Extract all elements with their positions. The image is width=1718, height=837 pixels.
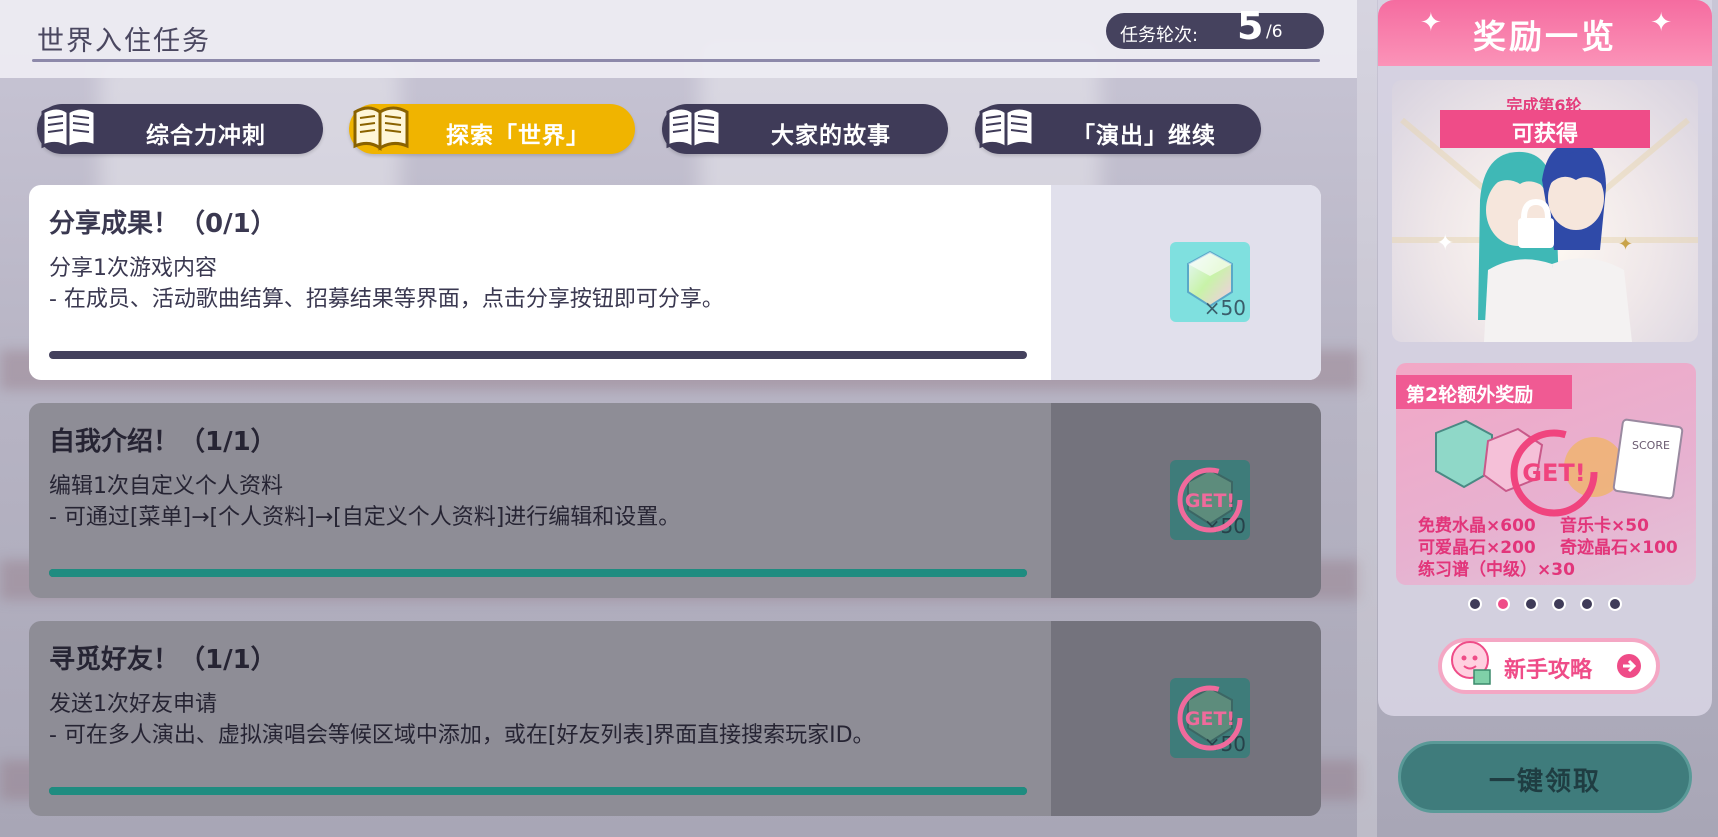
page-title: 世界入住任务 xyxy=(37,26,211,57)
obtainable-text: 可获得 xyxy=(1511,122,1578,147)
book-icon xyxy=(41,106,97,151)
reward-overview-panel: ✦ 奖励一览 ✦ ✦ ✦ 完成第6轮 可获得 SCORE GET! 第2轮额外奖… xyxy=(1378,0,1712,716)
bonus-reward-card[interactable]: SCORE GET! 第2轮额外奖励 免费水晶×600 音乐卡×50 可爱晶石×2… xyxy=(1396,363,1696,585)
mission-detail: - 在成员、活动歌曲结算、招募结果等界面，点击分享按钮即可分享。 xyxy=(49,287,724,312)
tab-everyones-story[interactable]: 大家的故事 xyxy=(662,104,948,154)
mission-reward[interactable]: ×50 GET! xyxy=(1051,403,1321,598)
tab-label: 探索「世界」 xyxy=(446,123,590,149)
tab-explore-world[interactable]: 探索「世界」 xyxy=(349,104,635,154)
mission-title: 分享成果！（0/1） xyxy=(49,209,277,239)
crystal-reward: ×50 GET! xyxy=(1170,460,1250,540)
mission-detail: - 可在多人演出、虚拟演唱会等候区域中添加，或在[好友列表]界面直接搜索玩家ID… xyxy=(49,723,875,748)
claim-all-button[interactable]: 一键领取 xyxy=(1398,741,1692,813)
bonus-tag-text: 第2轮额外奖励 xyxy=(1406,384,1534,406)
stamp-text: GET! xyxy=(1185,490,1235,512)
mission-progress-bar xyxy=(49,351,1027,359)
crystal-reward: ×50 GET! xyxy=(1170,678,1250,758)
progress-fill xyxy=(49,787,1027,795)
tab-overall-power[interactable]: 综合力冲刺 xyxy=(37,104,323,154)
carousel-dot-active[interactable] xyxy=(1496,597,1510,611)
bonus-tag: 第2轮额外奖励 xyxy=(1396,375,1572,409)
beginner-guide-label: 新手攻略 xyxy=(1504,658,1593,683)
crystal-reward: ×50 xyxy=(1170,242,1250,322)
mission-description: 发送1次好友申请 xyxy=(49,692,217,717)
header-bar: 世界入住任务 任务轮次: 5 /6 xyxy=(0,0,1357,78)
progress-fill xyxy=(49,569,1027,577)
bonus-item: 音乐卡×50 xyxy=(1560,516,1649,536)
panel-divider xyxy=(1357,0,1377,837)
bonus-item: 奇迹晶石×100 xyxy=(1560,538,1678,558)
arrow-right-icon xyxy=(1617,654,1641,678)
claim-all-label: 一键领取 xyxy=(1488,767,1601,797)
score-label: SCORE xyxy=(1632,439,1670,452)
header-divider xyxy=(32,59,1320,62)
mascot-icon xyxy=(1451,641,1491,685)
round-counter: 任务轮次: 5 /6 xyxy=(1106,4,1324,49)
carousel-dot[interactable] xyxy=(1468,597,1482,611)
get-stamp-icon: GET! xyxy=(1177,685,1243,751)
round-current: 5 xyxy=(1237,4,1264,48)
mission-title: 寻觅好友！（1/1） xyxy=(49,645,277,675)
svg-text:✦: ✦ xyxy=(1618,234,1633,255)
carousel-indicator xyxy=(1468,596,1636,615)
mission-reward[interactable]: ×50 xyxy=(1051,185,1321,380)
mission-progress-bar xyxy=(49,569,1027,577)
reward-overview-header: ✦ 奖励一览 ✦ xyxy=(1378,0,1712,66)
bonus-item: 练习谱（中级）×30 xyxy=(1418,560,1575,580)
mission-description: 编辑1次自定义个人资料 xyxy=(49,474,283,499)
tab-label: 「演出」继续 xyxy=(1072,123,1216,149)
mission-reward[interactable]: ×50 GET! xyxy=(1051,621,1321,816)
mission-progress-bar xyxy=(49,787,1027,795)
get-stamp-icon: GET! xyxy=(1177,467,1243,533)
carousel-dot[interactable] xyxy=(1524,597,1538,611)
bonus-item-list: 免费水晶×600 音乐卡×50 可爱晶石×200 奇迹晶石×100 练习谱（中级）×… xyxy=(1418,515,1678,581)
bonus-item: 可爱晶石×200 xyxy=(1418,538,1536,558)
book-icon xyxy=(666,106,722,151)
stamp-text: GET! xyxy=(1185,708,1235,730)
tab-label: 综合力冲刺 xyxy=(146,123,266,149)
beginner-guide-button[interactable]: 新手攻略 xyxy=(1438,638,1660,694)
mission-detail: - 可通过[菜单]→[个人资料]→[自定义个人资料]进行编辑和设置。 xyxy=(49,505,681,530)
mission-card-self-intro[interactable]: 自我介绍！（1/1） 编辑1次自定义个人资料 - 可通过[菜单]→[个人资料]→… xyxy=(29,403,1321,598)
round-label: 任务轮次: xyxy=(1120,25,1199,46)
carousel-dot[interactable] xyxy=(1580,597,1594,611)
mission-card-share[interactable]: 分享成果！（0/1） 分享1次游戏内容 - 在成员、活动歌曲结算、招募结果等界面… xyxy=(29,185,1321,380)
mission-description: 分享1次游戏内容 xyxy=(49,256,217,281)
sparkle-icon: ✦ xyxy=(1650,8,1672,38)
bonus-item: 免费水晶×600 xyxy=(1418,516,1536,536)
svg-text:✦: ✦ xyxy=(1436,231,1454,256)
mission-card-find-friends[interactable]: 寻觅好友！（1/1） 发送1次好友申请 - 可在多人演出、虚拟演唱会等候区域中添… xyxy=(29,621,1321,816)
round-total: /6 xyxy=(1266,22,1283,42)
carousel-dot[interactable] xyxy=(1608,597,1622,611)
obtainable-ribbon: 可获得 xyxy=(1440,110,1650,148)
bonus-stamp-text: GET! xyxy=(1522,459,1585,487)
tab-label: 大家的故事 xyxy=(771,123,891,149)
tab-show-continue[interactable]: 「演出」继续 xyxy=(975,104,1261,154)
final-reward-preview[interactable]: ✦ ✦ 完成第6轮 可获得 xyxy=(1392,80,1698,342)
mission-title: 自我介绍！（1/1） xyxy=(49,427,277,457)
book-icon xyxy=(979,106,1035,151)
carousel-dot[interactable] xyxy=(1552,597,1566,611)
reward-quantity: ×50 xyxy=(1203,296,1246,320)
book-icon xyxy=(353,106,409,151)
